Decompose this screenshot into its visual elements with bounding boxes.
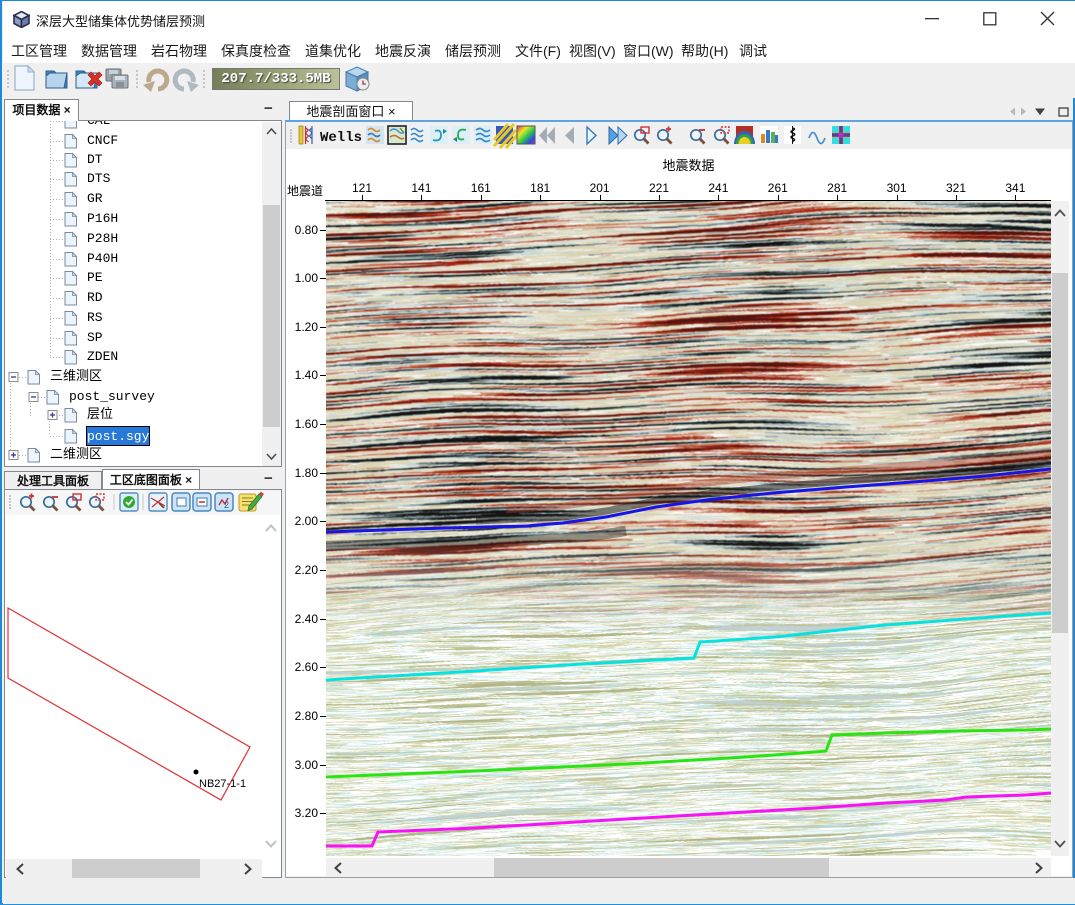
svg-text:2: 2 <box>224 500 229 510</box>
svg-text:Wells: Wells <box>320 130 362 146</box>
svg-text:NB27-1-1: NB27-1-1 <box>199 778 246 790</box>
